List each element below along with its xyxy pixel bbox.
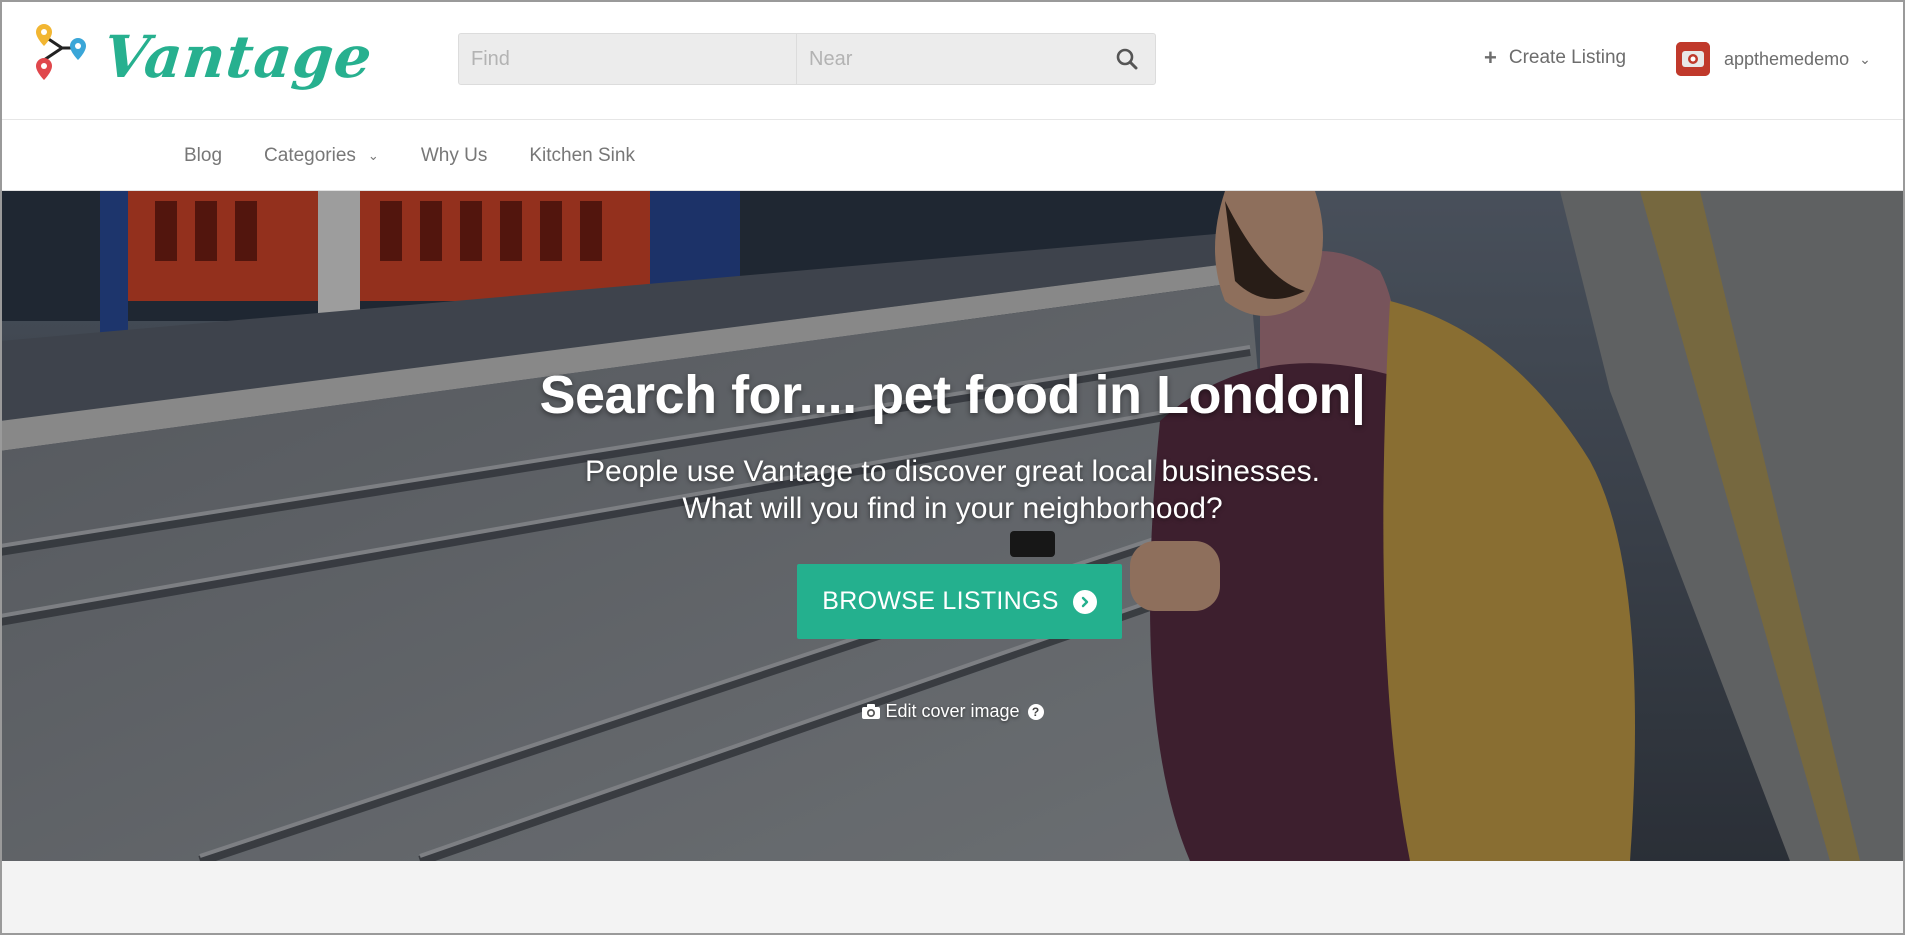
find-input[interactable] [459, 34, 797, 84]
main-nav: Blog Categories ⌄ Why Us Kitchen Sink [0, 120, 1905, 191]
search-bar [458, 33, 1156, 85]
hero-subtitle-line-2: What will you find in your neighborhood? [682, 492, 1223, 525]
avatar [1676, 42, 1710, 76]
avatar-image-icon [1676, 42, 1710, 76]
nav-item-kitchen-sink[interactable]: Kitchen Sink [529, 145, 635, 167]
browse-listings-label: BROWSE LISTINGS [822, 587, 1059, 615]
edit-cover-image-label: Edit cover image [885, 701, 1020, 721]
edit-cover-image-link[interactable]: Edit cover image ? [0, 701, 1905, 722]
nav-item-why-us[interactable]: Why Us [421, 145, 488, 167]
help-icon[interactable]: ? [1027, 703, 1044, 720]
nav-item-blog[interactable]: Blog [184, 145, 222, 167]
brand-name: Vantage [100, 23, 376, 91]
browse-listings-button[interactable]: BROWSE LISTINGS [797, 564, 1122, 639]
camera-icon [862, 704, 881, 719]
chevron-down-icon: ⌄ [367, 147, 379, 163]
site-logo[interactable]: Vantage [32, 22, 376, 92]
search-button[interactable] [1099, 34, 1155, 84]
site-header: Vantage + Create Listing appthemedemo ⌄ [0, 0, 1905, 120]
nav-item-categories[interactable]: Categories ⌄ [264, 145, 379, 167]
hero-subtitle-line-1: People use Vantage to discover great loc… [585, 455, 1320, 488]
nav-item-label: Kitchen Sink [529, 144, 635, 166]
plus-icon: + [1484, 45, 1497, 70]
create-listing-link[interactable]: + Create Listing [1484, 45, 1626, 71]
nav-item-label: Why Us [420, 144, 488, 166]
search-icon [1116, 48, 1138, 70]
nav-item-label: Blog [184, 144, 223, 166]
user-menu[interactable]: appthemedemo ⌄ [1676, 42, 1871, 76]
create-listing-label: Create Listing [1508, 47, 1627, 68]
near-input[interactable] [797, 34, 1099, 84]
chevron-right-circle-icon [1072, 589, 1097, 614]
username: appthemedemo [1724, 48, 1850, 69]
hero-subtitle: People use Vantage to discover great loc… [0, 453, 1905, 527]
page-body-background [0, 861, 1905, 935]
nav-item-label: Categories [264, 144, 356, 166]
hero-title: Search for.... pet food in London| [539, 365, 1366, 425]
logo-pins-icon [36, 24, 86, 80]
hero-cover: Search for.... pet food in London| Peopl… [0, 191, 1905, 861]
chevron-down-icon: ⌄ [1859, 50, 1871, 67]
